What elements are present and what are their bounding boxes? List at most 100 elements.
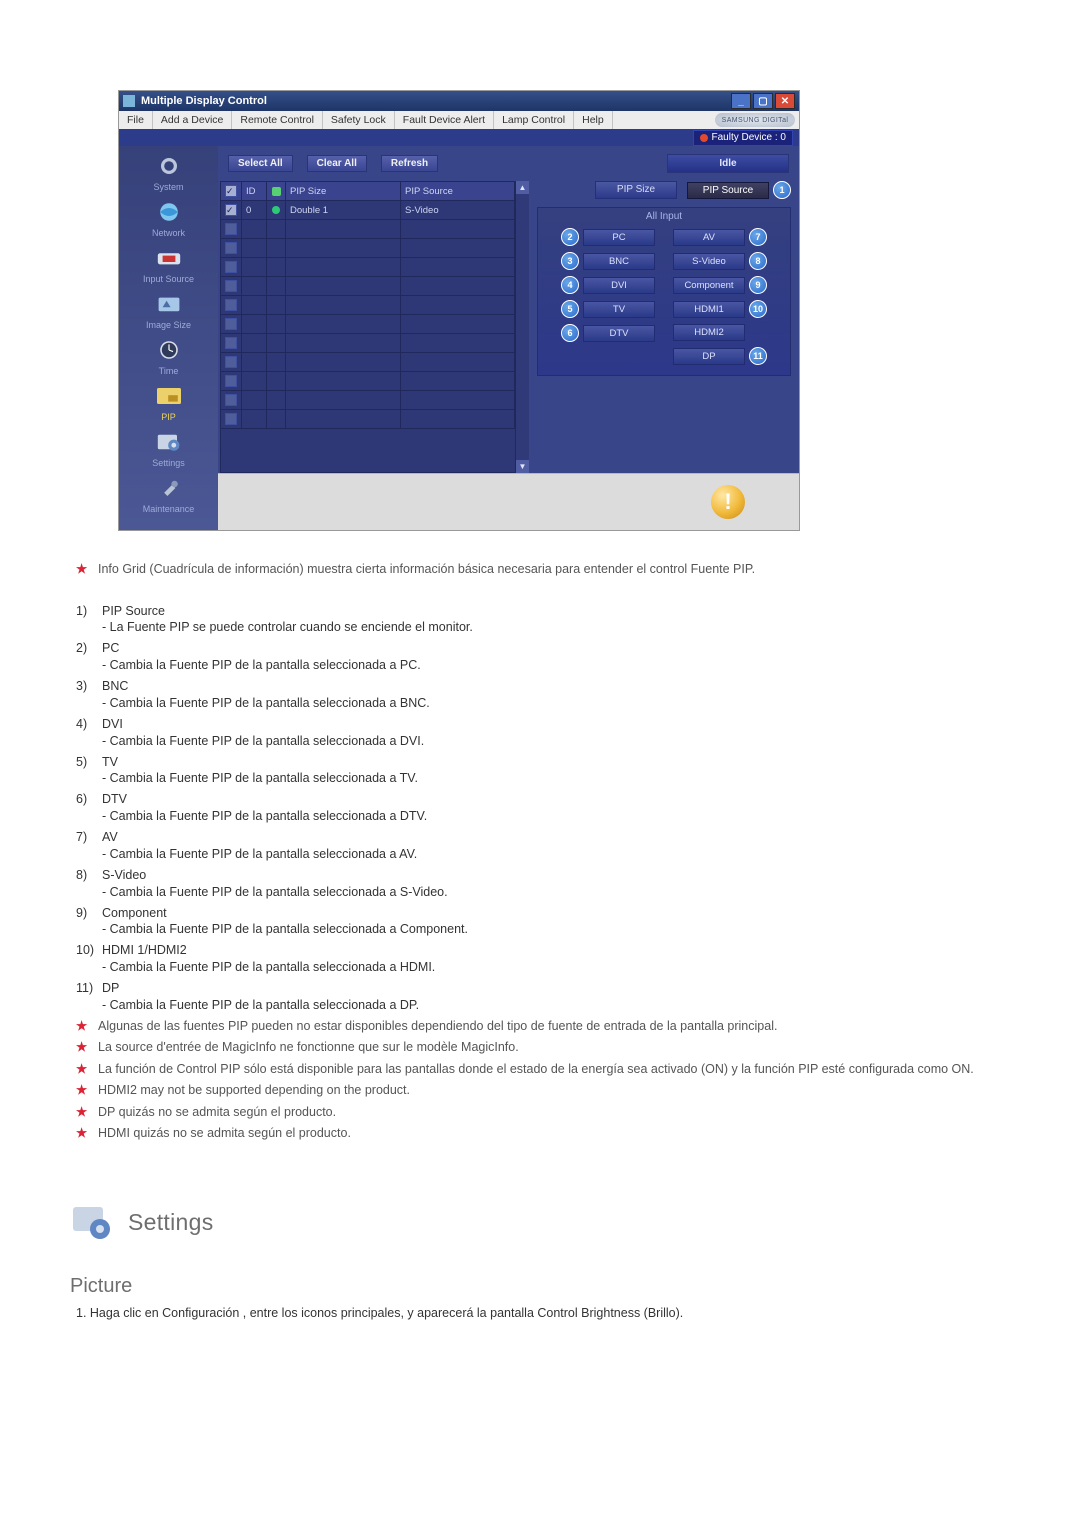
sidebar-item-system[interactable]: System [119, 152, 218, 192]
right-panel: PIP Size PIP Source 1 All Input 2PC [529, 181, 799, 473]
list-item: 3)BNC- Cambia la Fuente PIP de la pantal… [76, 678, 1010, 712]
scroll-up-button[interactable]: ▲ [516, 181, 529, 194]
list-item: 11)DP- Cambia la Fuente PIP de la pantal… [76, 980, 1010, 1014]
row-checkbox[interactable] [225, 242, 237, 254]
component-button[interactable]: Component [673, 277, 745, 294]
hdmi1-button[interactable]: HDMI1 [673, 301, 745, 318]
col-checkbox[interactable] [221, 182, 242, 200]
row-checkbox[interactable] [225, 204, 237, 216]
star-icon: ★ [76, 1125, 98, 1143]
table-row[interactable] [221, 220, 515, 239]
menu-remote-control[interactable]: Remote Control [232, 111, 323, 129]
row-checkbox[interactable] [225, 337, 237, 349]
sidebar-item-input-source[interactable]: Input Source [119, 244, 218, 284]
callout-3: 3 [561, 252, 579, 270]
row-checkbox[interactable] [225, 261, 237, 273]
col-id[interactable]: ID [242, 182, 267, 200]
source-button-grid: 2PC 3BNC 4DVI 5TV 6DTV AV7 S-Video8 Comp [538, 228, 790, 365]
row-checkbox[interactable] [225, 356, 237, 368]
menu-fault-device-alert[interactable]: Fault Device Alert [395, 111, 494, 129]
table-row[interactable] [221, 296, 515, 315]
status-dot-icon [272, 206, 280, 214]
refresh-button[interactable]: Refresh [381, 155, 438, 172]
scrollbar[interactable]: ▲ ▼ [516, 181, 529, 473]
tv-button[interactable]: TV [583, 301, 655, 318]
select-all-button[interactable]: Select All [228, 155, 293, 172]
faulty-dot-icon [700, 134, 708, 142]
brand-logo: SAMSUNG DIGITal [715, 113, 795, 127]
list-item: 2)PC- Cambia la Fuente PIP de la pantall… [76, 640, 1010, 674]
table-row[interactable] [221, 353, 515, 372]
col-pip-source[interactable]: PIP Source [401, 182, 515, 200]
callout-4: 4 [561, 276, 579, 294]
settings-title: Settings [128, 1209, 214, 1236]
callout-8: 8 [749, 252, 767, 270]
menu-add-device[interactable]: Add a Device [153, 111, 232, 129]
titlebar: Multiple Display Control _ ▢ ✕ [119, 91, 799, 111]
intro-text: Info Grid (Cuadrícula de información) mu… [98, 561, 755, 579]
row-checkbox[interactable] [225, 375, 237, 387]
table-row[interactable] [221, 258, 515, 277]
table-row[interactable] [221, 315, 515, 334]
dp-button[interactable]: DP [673, 348, 745, 365]
clear-all-button[interactable]: Clear All [307, 155, 367, 172]
dvi-button[interactable]: DVI [583, 277, 655, 294]
table-row[interactable] [221, 277, 515, 296]
table-row[interactable] [221, 334, 515, 353]
sidebar-item-network[interactable]: Network [119, 198, 218, 238]
row-checkbox[interactable] [225, 394, 237, 406]
col-pip-size[interactable]: PIP Size [286, 182, 401, 200]
list-item: 9)Component- Cambia la Fuente PIP de la … [76, 905, 1010, 939]
maximize-button[interactable]: ▢ [753, 93, 773, 109]
numbered-list: 1)PIP Source- La Fuente PIP se puede con… [76, 603, 1010, 1014]
callout-7: 7 [749, 228, 767, 246]
faulty-device-badge[interactable]: Faulty Device : 0 [693, 130, 793, 146]
sidebar-item-settings[interactable]: Settings [119, 428, 218, 468]
table-row[interactable] [221, 239, 515, 258]
window-buttons: _ ▢ ✕ [731, 93, 795, 109]
table-row[interactable]: 0 Double 1 S-Video [221, 201, 515, 220]
av-button[interactable]: AV [673, 229, 745, 246]
row-checkbox[interactable] [225, 413, 237, 425]
status-icon [272, 187, 281, 196]
close-button[interactable]: ✕ [775, 93, 795, 109]
settings-section-heading: Settings [70, 1203, 1010, 1243]
row-checkbox[interactable] [225, 318, 237, 330]
sidebar-item-image-size[interactable]: Image Size [119, 290, 218, 330]
col-status[interactable] [267, 182, 286, 200]
table-row[interactable] [221, 372, 515, 391]
table-row[interactable] [221, 391, 515, 410]
pip-source-tab[interactable]: PIP Source [687, 182, 769, 199]
sidebar-label: Network [152, 228, 185, 238]
scroll-track[interactable] [516, 194, 529, 460]
menubar: File Add a Device Remote Control Safety … [119, 111, 799, 129]
menu-lamp-control[interactable]: Lamp Control [494, 111, 574, 129]
pip-size-tab[interactable]: PIP Size [595, 181, 677, 199]
menu-help[interactable]: Help [574, 111, 613, 129]
minimize-button[interactable]: _ [731, 93, 751, 109]
star-icon: ★ [76, 561, 98, 579]
svideo-button[interactable]: S-Video [673, 253, 745, 270]
warning-icon[interactable]: ! [711, 485, 745, 519]
bnc-button[interactable]: BNC [583, 253, 655, 270]
sidebar-item-time[interactable]: Time [119, 336, 218, 376]
sidebar-item-pip[interactable]: PIP [119, 382, 218, 422]
row-checkbox[interactable] [225, 223, 237, 235]
table-row[interactable] [221, 410, 515, 429]
hdmi2-button[interactable]: HDMI2 [673, 324, 745, 341]
menu-file[interactable]: File [119, 111, 153, 129]
callout-1: 1 [773, 181, 791, 199]
list-item: 8)S-Video- Cambia la Fuente PIP de la pa… [76, 867, 1010, 901]
time-icon [151, 336, 187, 364]
row-checkbox[interactable] [225, 280, 237, 292]
sidebar-label: Image Size [146, 320, 191, 330]
dtv-button[interactable]: DTV [583, 325, 655, 342]
scroll-down-button[interactable]: ▼ [516, 460, 529, 473]
sidebar-label: Maintenance [143, 504, 195, 514]
row-checkbox[interactable] [225, 299, 237, 311]
checkbox-icon[interactable] [225, 185, 237, 197]
menu-safety-lock[interactable]: Safety Lock [323, 111, 395, 129]
pc-button[interactable]: PC [583, 229, 655, 246]
row-pip-size: Double 1 [286, 201, 401, 219]
sidebar-item-maintenance[interactable]: Maintenance [119, 474, 218, 514]
